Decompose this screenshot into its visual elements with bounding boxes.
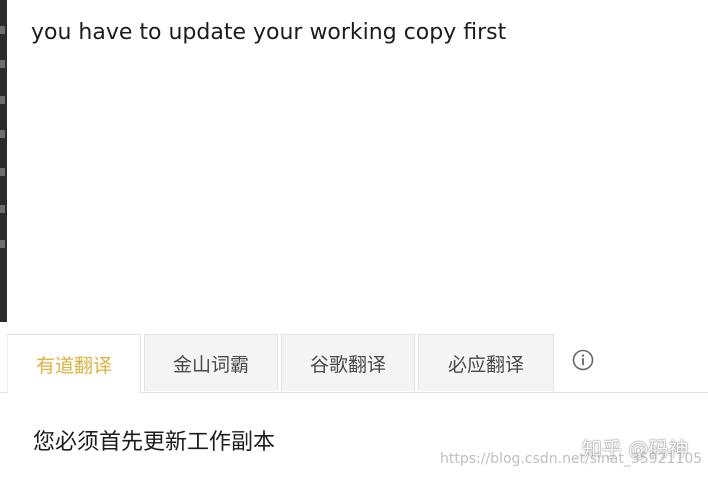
csdn-watermark: https://blog.csdn.net/sinat_35921105 <box>440 451 703 467</box>
edge-fragment <box>0 205 5 213</box>
tab-label: 谷歌翻译 <box>309 353 386 376</box>
edge-fragment <box>0 240 5 248</box>
source-text: you have to update your working copy fir… <box>31 20 507 45</box>
tab-label: 有道翻译 <box>35 354 112 377</box>
edge-fragment <box>0 26 5 34</box>
edge-fragment <box>0 60 5 68</box>
edge-fragment <box>0 96 5 104</box>
edge-fragment <box>0 168 5 176</box>
tab-jinshan[interactable]: 金山词霸 <box>144 334 278 391</box>
tab-label: 必应翻译 <box>447 353 524 376</box>
tab-bing[interactable]: 必应翻译 <box>418 334 554 391</box>
tab-label: 金山词霸 <box>172 353 249 376</box>
tab-google[interactable]: 谷歌翻译 <box>281 334 415 391</box>
edge-fragment <box>0 130 5 138</box>
tab-youdao[interactable]: 有道翻译 <box>7 334 141 393</box>
left-window-edge <box>0 0 7 322</box>
translation-result: 您必须首先更新工作副本 <box>33 430 276 455</box>
info-circle-icon[interactable] <box>572 349 594 371</box>
translator-tab-bar: 有道翻译 金山词霸 谷歌翻译 必应翻译 <box>0 332 708 393</box>
